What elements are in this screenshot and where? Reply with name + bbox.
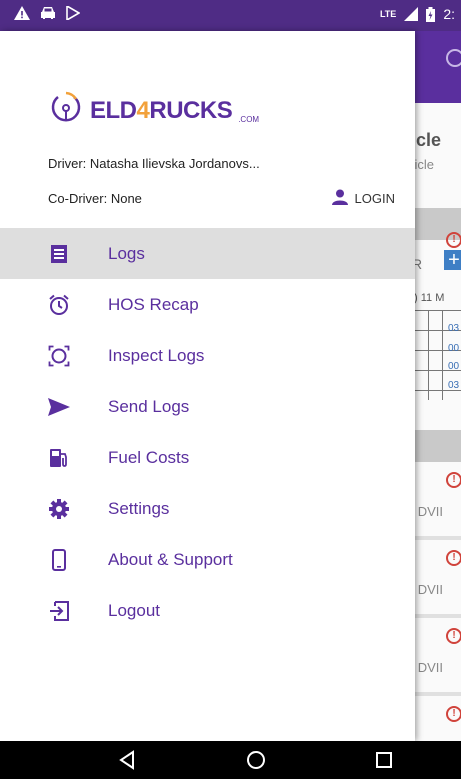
menu-label: Settings bbox=[108, 498, 170, 518]
menu-label: Inspect Logs bbox=[108, 345, 205, 365]
login-label: LOGIN bbox=[354, 191, 395, 206]
grid-value: 00 bbox=[448, 361, 460, 372]
logo-text: ELD4RUCKS bbox=[90, 96, 233, 124]
menu-item-fuel-costs[interactable]: Fuel Costs bbox=[0, 432, 415, 483]
menu-label: Logout bbox=[108, 600, 160, 620]
log-grid: 03 00 00 03 bbox=[414, 310, 461, 400]
inspect-icon bbox=[48, 345, 70, 367]
system-nav-bar bbox=[0, 741, 461, 779]
menu-item-logs[interactable]: Logs bbox=[0, 228, 415, 279]
login-button[interactable]: LOGIN bbox=[331, 189, 395, 208]
hours-label: ) 11 M bbox=[414, 292, 445, 304]
logo-domain: .COM bbox=[238, 115, 260, 124]
fuel-pump-icon bbox=[48, 447, 70, 469]
clock-icon[interactable] bbox=[446, 49, 461, 67]
menu-label: Logs bbox=[108, 243, 145, 263]
battery-icon bbox=[426, 6, 436, 22]
send-icon bbox=[48, 396, 70, 418]
gear-icon bbox=[48, 498, 70, 520]
signal-icon bbox=[404, 7, 419, 21]
drawer-menu: Logs HOS Recap Inspect Logs Send Logs Fu… bbox=[0, 228, 415, 636]
clock-time: 2: bbox=[443, 6, 455, 22]
network-type: LTE bbox=[379, 9, 397, 19]
grid-value: 03 bbox=[448, 323, 460, 334]
logout-icon bbox=[48, 600, 70, 622]
menu-item-settings[interactable]: Settings bbox=[0, 483, 415, 534]
logs-icon bbox=[48, 243, 70, 265]
menu-label: Send Logs bbox=[108, 396, 190, 416]
alert-icon: ! bbox=[446, 472, 461, 488]
person-icon bbox=[331, 189, 349, 208]
back-icon[interactable] bbox=[118, 750, 138, 770]
phone-icon bbox=[48, 548, 70, 571]
menu-item-send-logs[interactable]: Send Logs bbox=[0, 381, 415, 432]
menu-label: Fuel Costs bbox=[108, 447, 190, 467]
menu-item-about-support[interactable]: About & Support bbox=[0, 534, 415, 585]
menu-item-logout[interactable]: Logout bbox=[0, 585, 415, 636]
status-bar: LTE 2: bbox=[0, 0, 461, 31]
driver-name: Driver: Natasha Ilievska Jordanovs... bbox=[48, 156, 260, 171]
co-driver-name: Co-Driver: None bbox=[48, 191, 142, 206]
alert-icon: ! bbox=[446, 628, 461, 644]
home-icon[interactable] bbox=[246, 750, 266, 770]
warning-icon bbox=[14, 6, 30, 20]
menu-label: About & Support bbox=[108, 549, 233, 569]
grid-value: 03 bbox=[448, 380, 460, 391]
menu-label: HOS Recap bbox=[108, 294, 199, 314]
navigation-drawer: ELD4RUCKS .COM Driver: Natasha Ilievska … bbox=[0, 31, 415, 741]
recents-icon[interactable] bbox=[374, 750, 394, 770]
alert-icon: ! bbox=[446, 232, 461, 248]
app-logo: ELD4RUCKS .COM bbox=[48, 91, 259, 130]
grid-value: 00 bbox=[448, 343, 460, 354]
menu-item-inspect-logs[interactable]: Inspect Logs bbox=[0, 330, 415, 381]
car-icon bbox=[40, 6, 56, 20]
alert-icon: ! bbox=[446, 706, 461, 722]
add-button[interactable]: + bbox=[444, 250, 461, 270]
menu-item-hos-recap[interactable]: HOS Recap bbox=[0, 279, 415, 330]
logo-icon bbox=[48, 91, 84, 130]
alert-icon: ! bbox=[446, 550, 461, 566]
play-store-icon bbox=[66, 6, 80, 20]
alarm-clock-icon bbox=[48, 294, 70, 316]
